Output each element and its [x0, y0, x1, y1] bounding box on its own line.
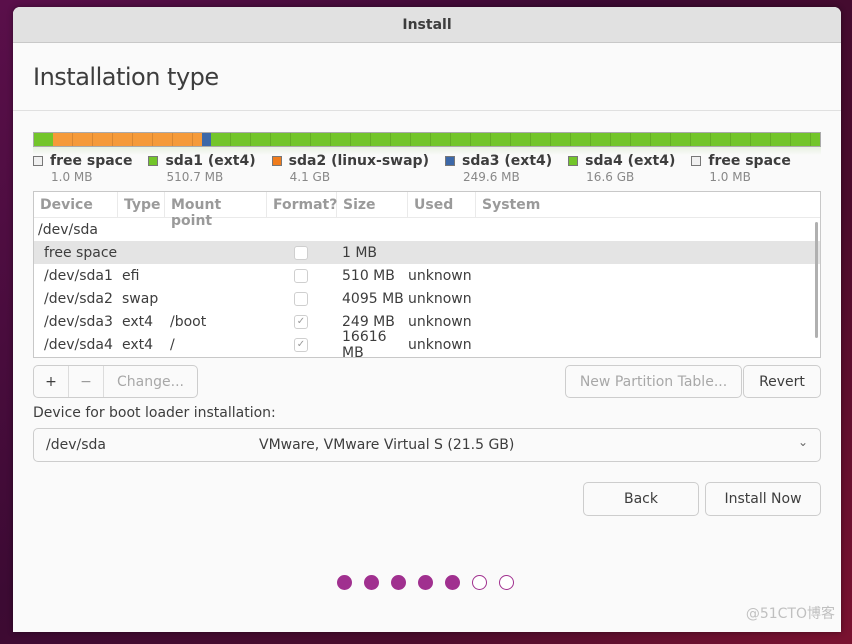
bootloader-label: Device for boot loader installation:: [33, 405, 276, 421]
watermark: @51CTO博客: [745, 606, 835, 622]
cell-type: ext4: [122, 313, 154, 330]
partition-segment-sda4: [210, 133, 820, 146]
new-partition-table-button[interactable]: New Partition Table...: [565, 365, 742, 398]
back-button[interactable]: Back: [583, 482, 699, 516]
progress-dot: [391, 575, 406, 590]
bootloader-description: VMware, VMware Virtual S (21.5 GB): [259, 437, 515, 453]
legend-label: sda2 (linux-swap): [288, 153, 429, 169]
cell-mount: /boot: [170, 313, 207, 330]
partition-table[interactable]: Device Type Mount point Format? Size Use…: [33, 191, 821, 358]
table-row-group[interactable]: /dev/sda: [34, 218, 820, 241]
legend-swatch: [148, 156, 159, 166]
cell-device: /dev/sda4: [44, 336, 113, 353]
header-divider: [13, 110, 841, 111]
format-checkbox[interactable]: [294, 245, 308, 260]
format-checkbox[interactable]: ✓: [294, 314, 308, 329]
cell-size: 16616 MB: [342, 328, 387, 358]
legend-size: 510.7 MB: [166, 170, 224, 184]
cell-used: unknown: [408, 267, 472, 284]
legend-swatch: [691, 156, 702, 166]
revert-button[interactable]: Revert: [743, 365, 821, 398]
legend-label: sda4 (ext4): [585, 153, 676, 169]
legend-size: 249.6 MB: [462, 170, 520, 184]
install-now-button[interactable]: Install Now: [705, 482, 821, 516]
legend-item: sda2 (linux-swap) 4.1 GB: [271, 153, 429, 184]
table-row[interactable]: free space 1 MB: [34, 241, 820, 264]
col-used[interactable]: Used: [408, 192, 476, 217]
window-title: Install: [402, 16, 452, 33]
col-system[interactable]: System: [476, 192, 820, 217]
legend-size: 1.0 MB: [709, 170, 751, 184]
partition-legend: free space 1.0 MB sda1 (ext4) 510.7 MB sda2 …: [33, 153, 807, 184]
cell-mount: /: [170, 336, 175, 353]
table-header: Device Type Mount point Format? Size Use…: [34, 192, 820, 229]
group-device: /dev/sda: [38, 221, 98, 238]
legend-item: free space 1.0 MB: [33, 153, 132, 184]
legend-item: free space 1.0 MB: [691, 153, 791, 184]
partition-segment-sda1: [34, 133, 53, 146]
cell-type: swap: [122, 290, 159, 307]
progress-dot: [337, 575, 352, 590]
table-row[interactable]: /dev/sda2 swap 4095 MB unknown: [34, 287, 820, 310]
cell-size: 4095 MB: [342, 290, 404, 307]
installer-window: Install Installation type free space 1.0 …: [13, 7, 841, 632]
page-title: Installation type: [33, 63, 219, 91]
legend-swatch: [444, 156, 455, 166]
legend-size: 1.0 MB: [51, 170, 93, 184]
legend-size: 4.1 GB: [289, 170, 331, 184]
legend-label: free space: [50, 153, 133, 169]
table-row[interactable]: /dev/sda1 efi 510 MB unknown: [34, 264, 820, 287]
legend-item: sda4 (ext4) 16.6 GB: [568, 153, 675, 184]
legend-item: sda1 (ext4) 510.7 MB: [148, 153, 256, 184]
progress-dot: [445, 575, 460, 590]
format-checkbox[interactable]: [294, 268, 308, 283]
remove-partition-button[interactable]: −: [69, 366, 104, 397]
col-format[interactable]: Format?: [267, 192, 337, 217]
bootloader-device-select[interactable]: /dev/sda VMware, VMware Virtual S (21.5 …: [33, 428, 821, 462]
cell-used: unknown: [408, 290, 472, 307]
partition-edit-buttons: + − Change...: [33, 365, 198, 398]
change-partition-button[interactable]: Change...: [104, 366, 197, 397]
chevron-down-icon: ⌄: [797, 435, 808, 449]
table-scrollbar[interactable]: [815, 222, 818, 338]
col-type[interactable]: Type: [118, 192, 165, 217]
legend-label: free space: [708, 153, 791, 169]
format-checkbox[interactable]: ✓: [294, 337, 308, 352]
partition-segment-sda3: [202, 133, 211, 146]
cell-size: 510 MB: [342, 267, 395, 284]
progress-dot: [418, 575, 433, 590]
cell-type: ext4: [122, 336, 154, 353]
cell-used: unknown: [408, 313, 472, 330]
format-checkbox[interactable]: [294, 291, 308, 306]
partition-segment-sda2: [52, 133, 203, 146]
cell-device: /dev/sda2: [44, 290, 113, 307]
legend-label: sda1 (ext4): [165, 153, 256, 169]
cell-size: 1 MB: [342, 244, 378, 261]
col-mount-point[interactable]: Mount point: [165, 192, 267, 229]
progress-dot: [364, 575, 379, 590]
progress-dot: [472, 575, 487, 590]
cell-device: /dev/sda3: [44, 313, 113, 330]
legend-swatch: [271, 156, 282, 166]
legend-label: sda3 (ext4): [461, 153, 553, 169]
partition-bar: [33, 132, 821, 147]
cell-device: /dev/sda1: [44, 267, 113, 284]
legend-size: 16.6 GB: [586, 170, 635, 184]
cell-type: efi: [122, 267, 140, 284]
legend-item: sda3 (ext4) 249.6 MB: [444, 153, 553, 184]
table-row[interactable]: /dev/sda4 ext4 / ✓ 16616 MB unknown: [34, 329, 820, 358]
progress-dots: [337, 575, 526, 590]
cell-device: free space: [44, 244, 118, 261]
add-partition-button[interactable]: +: [34, 366, 69, 397]
col-device[interactable]: Device: [34, 192, 118, 217]
legend-swatch: [568, 156, 579, 166]
cell-used: unknown: [408, 336, 472, 353]
legend-swatch: [33, 156, 43, 166]
table-row[interactable]: /dev/sda3 ext4/boot ✓ 249 MB unknown: [34, 310, 820, 333]
col-size[interactable]: Size: [337, 192, 408, 217]
title-bar: Install: [13, 7, 841, 43]
bootloader-device: /dev/sda: [46, 437, 106, 453]
cell-size: 249 MB: [342, 313, 395, 330]
progress-dot: [499, 575, 514, 590]
